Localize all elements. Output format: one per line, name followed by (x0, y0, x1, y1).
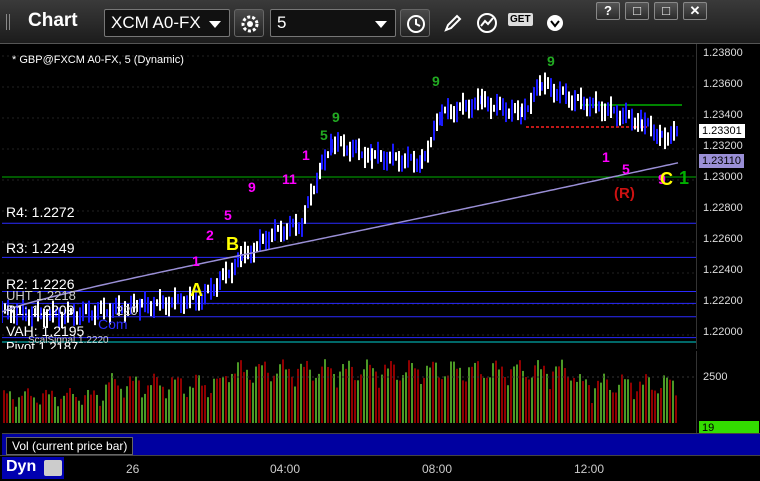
price-tick: 1.23200 (703, 140, 743, 152)
count-marker: 1 (602, 149, 610, 165)
count-marker: 1 (192, 253, 200, 269)
signal-c-label: C (660, 169, 673, 189)
ma-price-label: 1.23110 (699, 154, 744, 168)
volume-tick: 2500 (703, 371, 728, 383)
pivot-uht-label: UHT 1.2218 (6, 288, 76, 303)
price-tick: 1.22800 (703, 202, 743, 214)
window-title: Chart (28, 10, 78, 31)
count-marker: 1 (302, 147, 310, 163)
more-button[interactable] (540, 9, 570, 37)
chevron-down-icon (209, 21, 221, 28)
count-marker: 9 (332, 109, 340, 125)
count-marker: 5 (224, 207, 232, 223)
pencil-icon (444, 14, 462, 32)
signal-b-label: B (226, 234, 239, 254)
count-marker: 9 (547, 53, 555, 69)
gear-icon (241, 15, 259, 33)
drag-grip-icon[interactable] (6, 14, 12, 30)
price-chart[interactable]: 1 2 5 9 11 1 5 9 9 9 1 5 9 * GBP@FXCM A0-FX, 5 (Dyna… (1, 44, 696, 350)
last-price-label: 1.23301 (699, 124, 745, 138)
restore-button[interactable]: □ (625, 2, 649, 20)
count-marker: 2 (206, 227, 214, 243)
price-tick: 1.22600 (703, 233, 743, 245)
price-tick: 1.23800 (703, 47, 743, 59)
maximize-button[interactable]: □ (654, 2, 678, 20)
volume-legend[interactable]: Vol (current price bar) (6, 437, 134, 455)
overlay-fragment-com: Com (98, 316, 128, 332)
overlay-fragment-scalsignal: ScalSignal 1.2220 (28, 335, 109, 346)
price-chart-canvas: 1259 1115999159 (1, 53, 696, 350)
signal-a-label: A (190, 280, 203, 300)
symbol-settings-button[interactable] (234, 9, 264, 37)
time-label: 08:00 (422, 462, 453, 476)
dynamic-mode-label: Dyn (6, 458, 37, 475)
price-tick: 1.23600 (703, 78, 743, 90)
price-axis[interactable]: 1.23800 1.23600 1.23400 1.23200 1.23000 … (696, 44, 760, 349)
time-axis[interactable]: 26 04:00 08:00 12:00 (0, 455, 760, 481)
price-tick: 1.22000 (703, 326, 743, 338)
interval-value: 5 (277, 13, 287, 32)
time-label: 26 (126, 462, 140, 476)
signal-r-label: (R) (614, 185, 635, 202)
signal-one-label: 1 (679, 168, 690, 188)
price-tick: 1.23400 (703, 109, 743, 121)
volume-axis[interactable]: 2500 19 (696, 351, 760, 435)
interval-settings-button[interactable] (400, 9, 430, 37)
volume-chart-canvas (2, 359, 696, 423)
lock-icon (44, 460, 62, 476)
clock-icon (407, 15, 425, 33)
chevron-circle-icon (547, 15, 563, 31)
count-marker: 9 (248, 179, 256, 195)
count-marker: 5 (320, 127, 328, 143)
volume-chart[interactable] (2, 351, 696, 433)
draw-button[interactable] (438, 9, 468, 37)
time-label: 12:00 (574, 462, 605, 476)
symbol-value: XCM A0-FX (111, 13, 201, 32)
moving-average-line (1, 162, 679, 313)
title-bar: Chart XCM A0-FX 5 GET ? □ □ ✕ (0, 0, 760, 44)
close-button[interactable]: ✕ (683, 2, 707, 20)
get-button[interactable]: GET (506, 9, 538, 37)
pivot-r3-label: R3: 1.2249 (6, 240, 75, 256)
count-marker: 11 (282, 171, 297, 187)
help-button[interactable]: ? (596, 2, 620, 20)
symbol-combo[interactable]: XCM A0-FX (104, 9, 230, 37)
chart-description: * GBP@FXCM A0-FX, 5 (Dynamic) (12, 54, 184, 66)
pivot-r4-label: R4: 1.2272 (6, 204, 75, 220)
dynamic-mode-button[interactable]: Dyn (2, 457, 64, 479)
price-tick: 1.23000 (703, 171, 743, 183)
interval-combo[interactable]: 5 (270, 9, 396, 37)
get-label: GET (508, 13, 533, 26)
price-tick: 1.22200 (703, 295, 743, 307)
pivot-r1-label: R1: 1.2209 (6, 302, 75, 318)
count-marker: 9 (432, 73, 440, 89)
price-tick: 1.22400 (703, 264, 743, 276)
indicator-icon (477, 13, 497, 33)
time-label: 04:00 (270, 462, 301, 476)
volume-legend-strip: Vol (current price bar) (2, 433, 760, 455)
chevron-down-icon (375, 21, 387, 28)
count-marker: 5 (622, 161, 630, 177)
indicator-button[interactable] (472, 9, 502, 37)
